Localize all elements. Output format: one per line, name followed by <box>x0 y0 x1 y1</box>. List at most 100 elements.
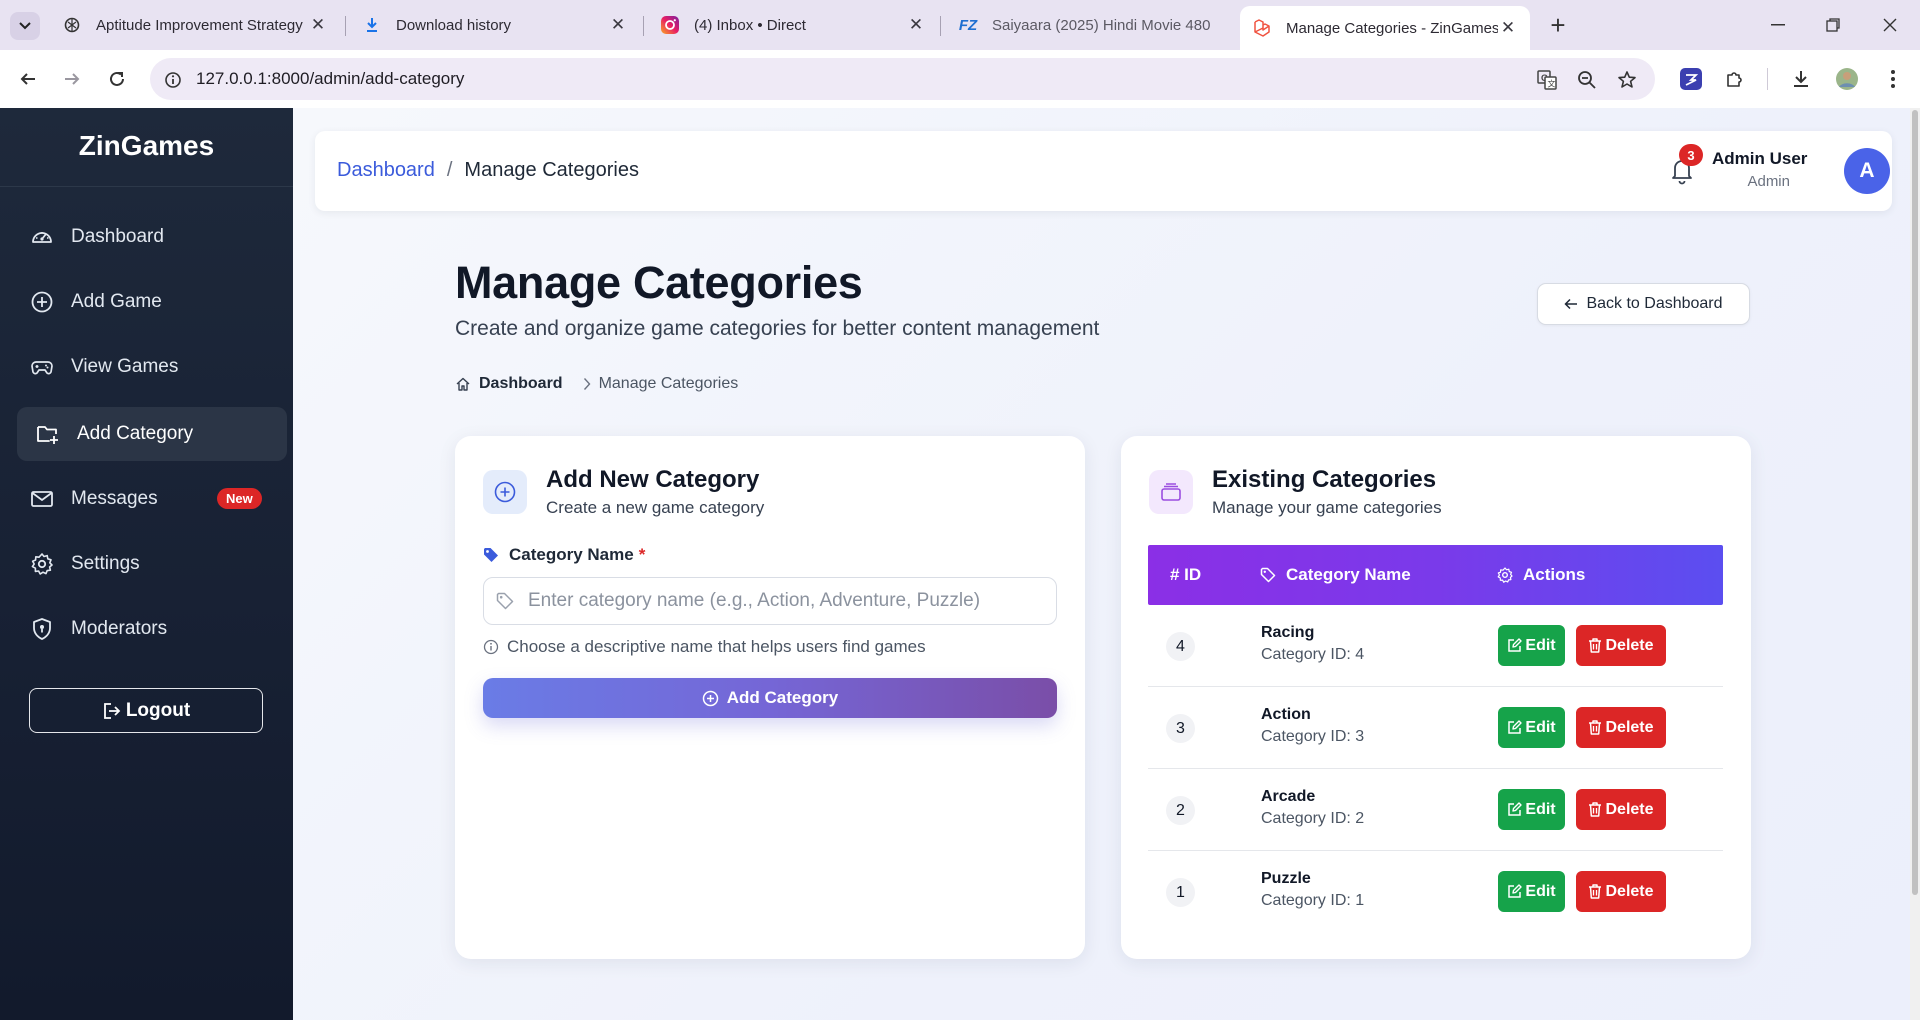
puzzle-extensions-icon[interactable] <box>1719 63 1751 95</box>
close-icon[interactable]: ✕ <box>608 15 628 35</box>
breadcrumb-current: Manage Categories <box>464 159 639 181</box>
browser-tab[interactable]: Download history ✕ <box>350 6 640 44</box>
edit-button[interactable]: Edit <box>1498 625 1565 666</box>
reload-icon[interactable] <box>100 62 134 96</box>
browser-tab-active[interactable]: Manage Categories - ZinGames ✕ <box>1240 6 1530 50</box>
delete-button[interactable]: Delete <box>1576 789 1666 830</box>
translate-icon[interactable]: G文 <box>1534 67 1560 93</box>
delete-label: Delete <box>1605 718 1654 736</box>
extension-app-icon[interactable] <box>1675 63 1707 95</box>
logout-icon <box>102 701 122 721</box>
restore-icon[interactable] <box>1813 10 1853 40</box>
add-category-button[interactable]: Add Category <box>483 678 1057 718</box>
page-breadcrumb-dashboard-link[interactable]: Dashboard <box>479 375 563 393</box>
svg-text:文: 文 <box>1548 79 1556 89</box>
envelope-icon <box>29 486 55 512</box>
minimize-icon[interactable] <box>1758 10 1798 40</box>
tab-title: Manage Categories - ZinGames <box>1286 19 1498 37</box>
forward-arrow-icon[interactable] <box>55 62 89 96</box>
new-tab-button[interactable]: + <box>1543 10 1573 40</box>
folder-plus-icon <box>35 421 61 447</box>
gamepad-icon <box>29 354 55 380</box>
tab-title: (4) Inbox • Direct <box>694 16 806 34</box>
bookmark-star-icon[interactable] <box>1614 67 1640 93</box>
category-name-input[interactable] <box>528 586 1048 616</box>
browser-tab-bar: Aptitude Improvement Strategy ✕ Download… <box>0 0 1920 50</box>
address-bar[interactable]: 127.0.0.1:8000/admin/add-category G文 <box>150 58 1655 100</box>
download-icon <box>362 15 382 35</box>
more-menu-icon[interactable] <box>1877 63 1909 95</box>
browser-tab[interactable]: (4) Inbox • Direct ✕ <box>648 6 938 44</box>
site-info-icon[interactable] <box>160 67 186 93</box>
delete-button[interactable]: Delete <box>1576 707 1666 748</box>
sidebar-item-settings[interactable]: Settings <box>17 537 287 591</box>
logout-label: Logout <box>125 699 191 721</box>
sidebar-item-label: Add Category <box>77 423 194 444</box>
back-button-label: Back to Dashboard <box>1586 295 1723 312</box>
trash-icon <box>1588 884 1602 899</box>
notification-count-badge: 3 <box>1679 144 1703 166</box>
sidebar-item-messages[interactable]: Messages New <box>17 472 287 526</box>
required-mark: * <box>638 545 646 564</box>
delete-button[interactable]: Delete <box>1576 871 1666 912</box>
top-header-bar: Dashboard / Manage Categories 3 Admin Us… <box>315 131 1892 211</box>
card-title: Existing Categories <box>1212 466 1437 493</box>
category-id-text: Category ID: 4 <box>1261 646 1365 663</box>
back-to-dashboard-button[interactable]: Back to Dashboard <box>1537 283 1750 325</box>
delete-label: Delete <box>1605 882 1654 900</box>
column-header-actions-label: Actions <box>1523 565 1586 584</box>
edit-button[interactable]: Edit <box>1498 789 1565 830</box>
delete-label: Delete <box>1605 800 1654 818</box>
sidebar-item-moderators[interactable]: Moderators <box>17 602 287 656</box>
window-close-icon[interactable] <box>1870 10 1910 40</box>
delete-button[interactable]: Delete <box>1576 625 1666 666</box>
sidebar-item-add-game[interactable]: Add Game <box>17 275 287 329</box>
breadcrumb-separator: / <box>446 159 453 181</box>
sidebar-item-view-games[interactable]: View Games <box>17 340 287 394</box>
table-row: 1 Puzzle Category ID: 1 Edit Delete <box>1148 851 1723 933</box>
browser-tab[interactable]: FZ Saiyaara (2025) Hindi Movie 480 <box>946 6 1236 44</box>
existing-categories-card: Existing Categories Manage your game cat… <box>1121 436 1751 959</box>
back-arrow-icon[interactable] <box>11 62 45 96</box>
category-id-text: Category ID: 2 <box>1261 810 1365 827</box>
edit-pencil-icon <box>1507 884 1523 899</box>
brand-logo[interactable]: ZinGames <box>0 130 293 162</box>
profile-avatar-icon[interactable] <box>1831 63 1863 95</box>
edit-button[interactable]: Edit <box>1498 871 1565 912</box>
plus-circle-icon <box>29 289 55 315</box>
category-name-field[interactable] <box>483 577 1057 625</box>
card-subtitle: Create a new game category <box>546 498 765 517</box>
info-circle-icon <box>483 639 499 655</box>
category-name-label: Category Name * <box>483 545 645 565</box>
close-icon[interactable]: ✕ <box>906 15 926 35</box>
breadcrumb-link-dashboard[interactable]: Dashboard <box>337 159 435 182</box>
field-hint: Choose a descriptive name that helps use… <box>483 637 926 657</box>
tag-icon <box>483 547 499 563</box>
page-scrollbar[interactable] <box>1910 108 1920 1020</box>
column-header-id: # ID <box>1170 565 1202 584</box>
dashboard-gauge-icon <box>29 224 55 250</box>
page-breadcrumb-current: Manage Categories <box>598 375 739 392</box>
browser-tab[interactable]: Aptitude Improvement Strategy ✕ <box>50 6 340 44</box>
tag-outline-icon <box>496 592 514 610</box>
close-icon[interactable]: ✕ <box>1498 18 1518 38</box>
edit-pencil-icon <box>1507 720 1523 735</box>
avatar[interactable]: A <box>1844 148 1890 194</box>
downloads-icon[interactable] <box>1785 63 1817 95</box>
delete-label: Delete <box>1605 636 1654 654</box>
scrollbar-thumb[interactable] <box>1912 110 1918 895</box>
trash-icon <box>1588 802 1602 817</box>
zoom-out-icon[interactable] <box>1574 67 1600 93</box>
tab-search-button[interactable] <box>10 12 40 40</box>
close-icon[interactable]: ✕ <box>308 15 328 35</box>
add-category-button-label: Add Category <box>726 688 839 707</box>
sidebar-item-label: Add Game <box>71 291 162 312</box>
logout-button[interactable]: Logout <box>29 688 263 733</box>
sidebar-item-dashboard[interactable]: Dashboard <box>17 210 287 264</box>
laravel-icon <box>1252 18 1272 38</box>
card-title: Add New Category <box>546 466 760 493</box>
trash-icon <box>1588 720 1602 735</box>
sidebar: ZinGames Dashboard Add Game View Games A… <box>0 108 293 1020</box>
edit-button[interactable]: Edit <box>1498 707 1565 748</box>
sidebar-item-add-category[interactable]: Add Category <box>17 407 287 461</box>
